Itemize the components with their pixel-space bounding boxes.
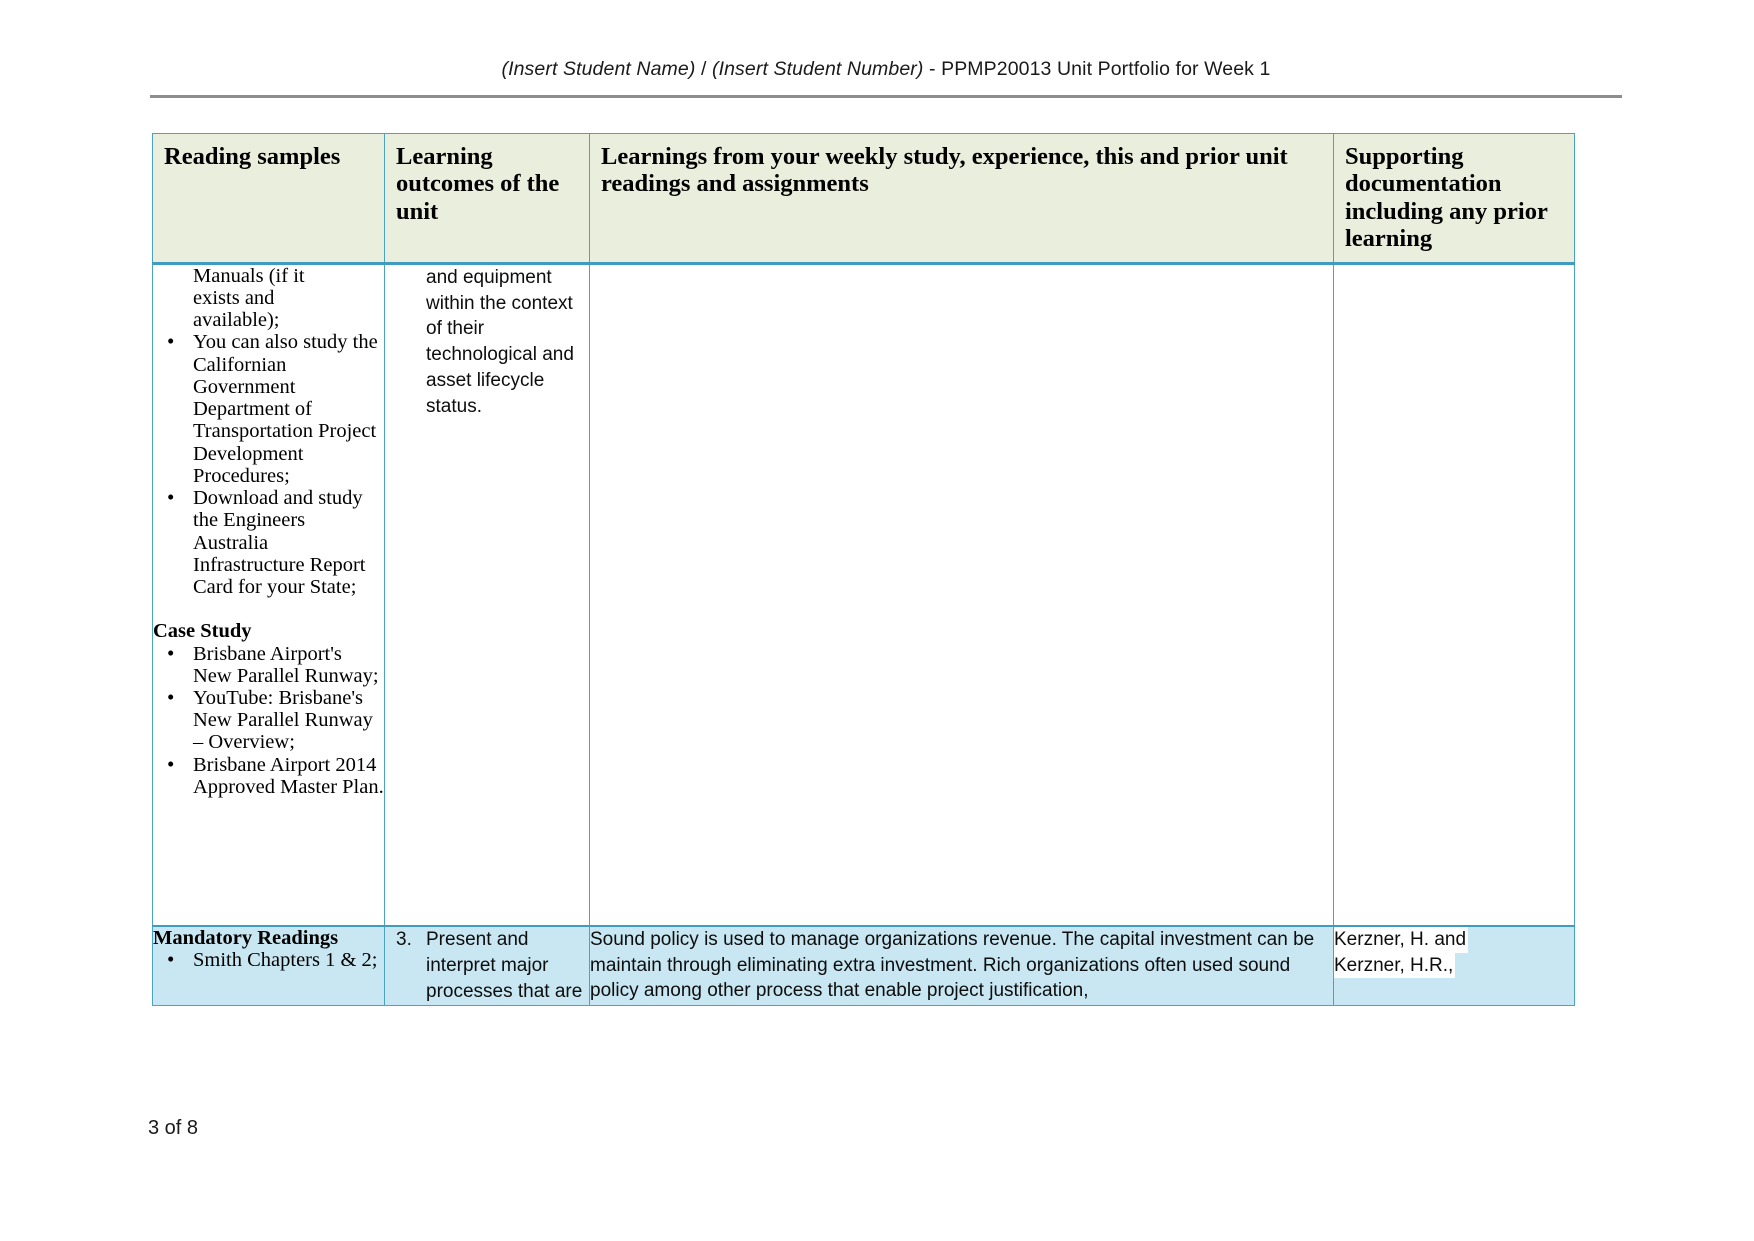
table-header-row: Reading samples Learning outcomes of the… <box>152 133 1575 265</box>
column-header-supporting-documentation: Supporting documentation including any p… <box>1333 133 1575 265</box>
cell-supporting-documentation <box>1333 262 1575 927</box>
list-item: Brisbane Airport's New Parallel Runway; <box>167 641 384 687</box>
header-separator: / <box>695 58 712 80</box>
cell-learnings <box>589 262 1334 927</box>
continuation-line: available); <box>193 309 280 332</box>
list-item: You can also study the Californian Gover… <box>167 330 384 487</box>
column-header-reading-samples: Reading samples <box>152 133 385 265</box>
header-title-suffix: - PPMP20013 Unit Portfolio for Week 1 <box>923 58 1271 80</box>
running-header: (Insert Student Name) / (Insert Student … <box>150 58 1622 81</box>
reading-samples-bullet-list: You can also study the Californian Gover… <box>153 330 384 598</box>
cell-supporting-documentation: Kerzner, H. and Kerzner, H.R., <box>1333 924 1575 1006</box>
column-header-label: Learnings from your weekly study, experi… <box>601 143 1288 198</box>
list-item: YouTube: Brisbane's New Parallel Runway … <box>167 686 384 754</box>
supporting-documentation-text: Kerzner, H. and Kerzner, H.R., <box>1334 926 1574 979</box>
student-name-placeholder: (Insert Student Name) <box>501 58 696 80</box>
learnings-text: Sound policy is used to manage organizat… <box>590 928 1315 1002</box>
column-header-learnings: Learnings from your weekly study, experi… <box>589 133 1334 265</box>
case-study-heading: Case Study <box>153 620 252 643</box>
portfolio-table: Reading samples Learning outcomes of the… <box>152 133 1575 1006</box>
case-study-bullet-list: Brisbane Airport's New Parallel Runway; … <box>153 641 384 799</box>
header-divider <box>150 95 1622 98</box>
list-item: Smith Chapters 1 & 2; <box>167 948 384 971</box>
learning-outcome-item: 3. Present and interpret major processes … <box>396 927 589 1005</box>
document-page: (Insert Student Name) / (Insert Student … <box>0 0 1754 1241</box>
cell-reading-samples: Manuals (if it exists and available); Yo… <box>152 262 385 927</box>
cell-reading-samples: Mandatory Readings Smith Chapters 1 & 2; <box>152 924 385 1006</box>
page-number: 3 of 8 <box>148 1117 199 1139</box>
learning-outcome-number: 3. <box>396 928 412 950</box>
mandatory-readings-bullet-list: Smith Chapters 1 & 2; <box>153 948 384 971</box>
reference-line-1: Kerzner, H. and <box>1334 926 1469 953</box>
column-header-label: Reading samples <box>164 143 341 170</box>
learning-outcome-text: Present and interpret major processes th… <box>426 928 583 1002</box>
cell-learning-outcomes: 3. Present and interpret major processes … <box>384 924 590 1006</box>
student-number-placeholder: (Insert Student Number) <box>712 58 924 80</box>
table-row: Mandatory Readings Smith Chapters 1 & 2;… <box>152 924 1575 1006</box>
running-header-text: (Insert Student Name) / (Insert Student … <box>150 58 1622 81</box>
column-header-label: Learning outcomes of the unit <box>396 143 560 225</box>
mandatory-readings-heading: Mandatory Readings <box>153 926 339 949</box>
continuation-line: Manuals (if it <box>193 264 305 287</box>
learning-outcomes-text: and equipment within the context of thei… <box>426 266 574 417</box>
column-header-learning-outcomes: Learning outcomes of the unit <box>384 133 590 265</box>
cell-learnings: Sound policy is used to manage organizat… <box>589 924 1334 1006</box>
column-header-label: Supporting documentation including any p… <box>1345 143 1548 253</box>
mandatory-readings-content: Smith Chapters 1 & 2; <box>153 948 384 971</box>
reference-line-2: Kerzner, H.R., <box>1334 952 1456 979</box>
portfolio-table-wrapper: Reading samples Learning outcomes of the… <box>152 133 1575 1006</box>
cell-learning-outcomes: and equipment within the context of thei… <box>384 262 590 927</box>
reading-samples-content: Manuals (if it exists and available); Yo… <box>153 265 384 798</box>
table-row: Manuals (if it exists and available); Yo… <box>152 262 1575 927</box>
list-item: Brisbane Airport 2014 Approved Master Pl… <box>167 753 384 798</box>
continuation-line: exists and <box>193 286 275 309</box>
list-item: Download and study the Engineers Austral… <box>167 486 384 598</box>
